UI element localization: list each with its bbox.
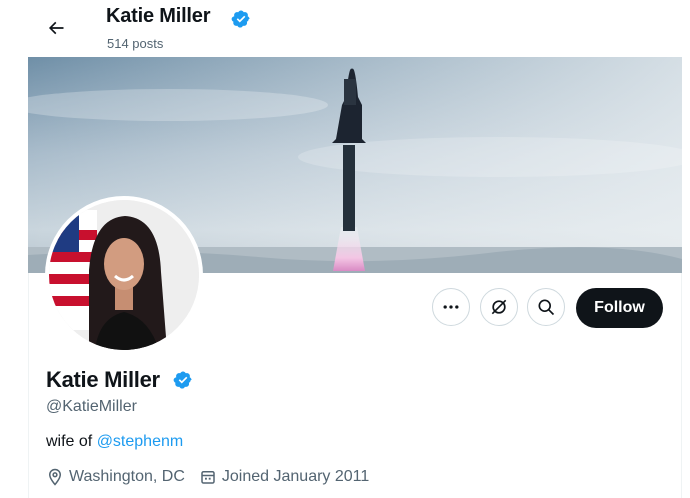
top-bar: Katie Miller 514 posts [0, 0, 690, 57]
user-handle: @KatieMiller [46, 398, 137, 415]
arrow-left-icon [48, 21, 64, 35]
search-button[interactable] [527, 288, 565, 326]
location-text: Washington, DC [69, 468, 185, 485]
avatar-photo [49, 200, 199, 350]
verified-badge-icon [173, 371, 192, 389]
grok-icon [491, 299, 507, 315]
grok-button[interactable] [480, 288, 518, 326]
joined-item: Joined January 2011 [199, 468, 369, 486]
display-name: Katie Miller [46, 367, 160, 392]
header-title: Katie Miller [106, 5, 211, 27]
follow-button[interactable]: Follow [576, 288, 663, 328]
calendar-icon [201, 471, 215, 484]
location-item: Washington, DC [46, 468, 185, 486]
joined-text: Joined January 2011 [221, 468, 370, 485]
location-pin-icon [48, 468, 62, 486]
bio: wife of @stephenm [46, 433, 183, 451]
search-icon [538, 299, 555, 316]
profile-meta: Washington, DC Joined January 2011 [46, 468, 383, 486]
back-button[interactable] [38, 10, 74, 46]
bio-mention-link[interactable]: @stephenm [97, 433, 184, 450]
post-count: 514 posts [107, 36, 164, 51]
more-dots-icon [443, 305, 459, 309]
verified-badge-icon [231, 10, 250, 28]
more-button[interactable] [432, 288, 470, 326]
bio-text: wife of [46, 433, 97, 450]
avatar[interactable] [45, 196, 203, 354]
